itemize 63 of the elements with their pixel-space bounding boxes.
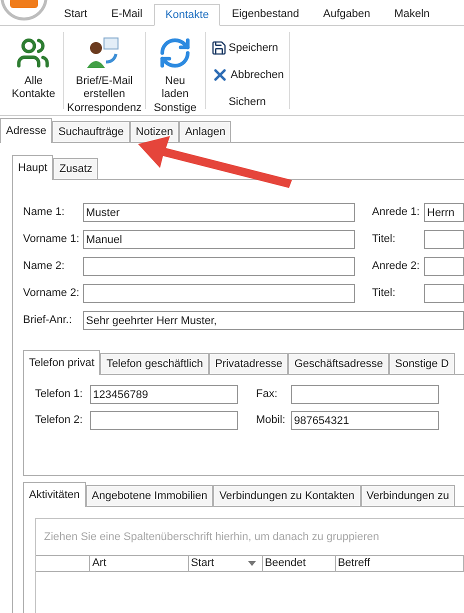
field-label: Name 1: [23, 205, 66, 220]
text-field[interactable]: Manuel [83, 230, 356, 249]
group-label: Sichern [228, 95, 266, 109]
field-label: Mobil: [256, 413, 286, 428]
field-label: Fax: [256, 387, 278, 402]
group-label: Sonstige [154, 101, 197, 115]
text-field[interactable] [424, 230, 464, 249]
tab[interactable]: Telefon geschäftlich [100, 353, 210, 375]
text-field[interactable]: Muster [83, 203, 356, 222]
ribbon-tab[interactable]: Aufgaben [313, 3, 380, 25]
ribbon-tab[interactable]: Kontakte [154, 4, 220, 26]
text-field[interactable]: Sehr geehrter Herr Muster, [83, 311, 464, 330]
field-label: Brief-Anr.: [23, 313, 73, 328]
text-field[interactable]: Herrn [424, 203, 464, 222]
field-label: Titel: [372, 232, 396, 248]
column-header[interactable]: Beendet [262, 556, 336, 571]
tab[interactable]: Anlagen [179, 121, 232, 143]
save-icon [210, 40, 227, 56]
ribbon-button[interactable]: Brief/E-Mail erstellen [72, 32, 137, 101]
tab[interactable]: Telefon privat [23, 350, 100, 375]
field-label: Name 2: [23, 259, 66, 274]
ribbon-button[interactable]: Neu laden [154, 32, 196, 101]
text-field[interactable] [424, 284, 464, 303]
text-field[interactable] [424, 257, 464, 276]
ribbon-button[interactable]: Abbrechen [208, 64, 286, 86]
field-label: Telefon 1: [35, 387, 84, 402]
people-icon [16, 36, 50, 70]
tab[interactable]: Sonstige D [388, 353, 455, 375]
text-field[interactable]: 123456789 [90, 385, 238, 404]
column-header[interactable]: Betreff [336, 556, 464, 571]
tab[interactable]: Geschäftsadresse [288, 353, 389, 375]
ribbon-tab[interactable]: Eigenbestand [222, 3, 310, 25]
tab[interactable]: Notizen [130, 121, 180, 143]
field-label: Telefon 2: [35, 413, 84, 428]
ribbon-tab[interactable]: Makeln [384, 3, 440, 25]
tab[interactable]: Angebotene Immobilien [86, 485, 214, 507]
ribbon-tab[interactable]: E-Mail [101, 3, 152, 25]
tab[interactable]: Aktivitäten [23, 482, 86, 507]
field-label: Titel: [372, 286, 396, 302]
text-field[interactable] [90, 411, 238, 430]
ribbon-button[interactable]: Alle Kontakte [8, 32, 60, 101]
text-field[interactable] [291, 385, 439, 404]
field-label: Vorname 2: [23, 286, 80, 302]
field-label: Anrede 2: [372, 259, 421, 274]
tab[interactable]: Haupt [12, 155, 54, 180]
ribbon-tab[interactable]: Start [54, 3, 98, 25]
field-label: Anrede 1: [372, 205, 421, 220]
tab[interactable]: Suchaufträge [52, 121, 130, 143]
tab[interactable]: Adresse [0, 118, 52, 143]
text-field[interactable]: 987654321 [291, 411, 439, 430]
tab[interactable]: Verbindungen zu [360, 485, 456, 507]
ribbon-button[interactable]: Speichern [208, 37, 280, 59]
column-header[interactable]: Start [188, 556, 263, 571]
text-field[interactable] [83, 284, 356, 303]
tab[interactable]: Verbindungen zu Kontakten [213, 485, 360, 507]
column-header[interactable]: Art [90, 556, 189, 571]
field-label: Vorname 1: [23, 232, 80, 248]
reload-icon [158, 36, 192, 70]
text-field[interactable] [83, 257, 356, 276]
tab[interactable]: Privatadresse [209, 353, 288, 375]
tab[interactable]: Zusatz [53, 158, 98, 180]
group-label: Korrespondenz [67, 101, 142, 115]
group-by-hint: Ziehen Sie eine Spaltenüberschrift hierhin, um danach zu gruppieren [43, 530, 380, 545]
